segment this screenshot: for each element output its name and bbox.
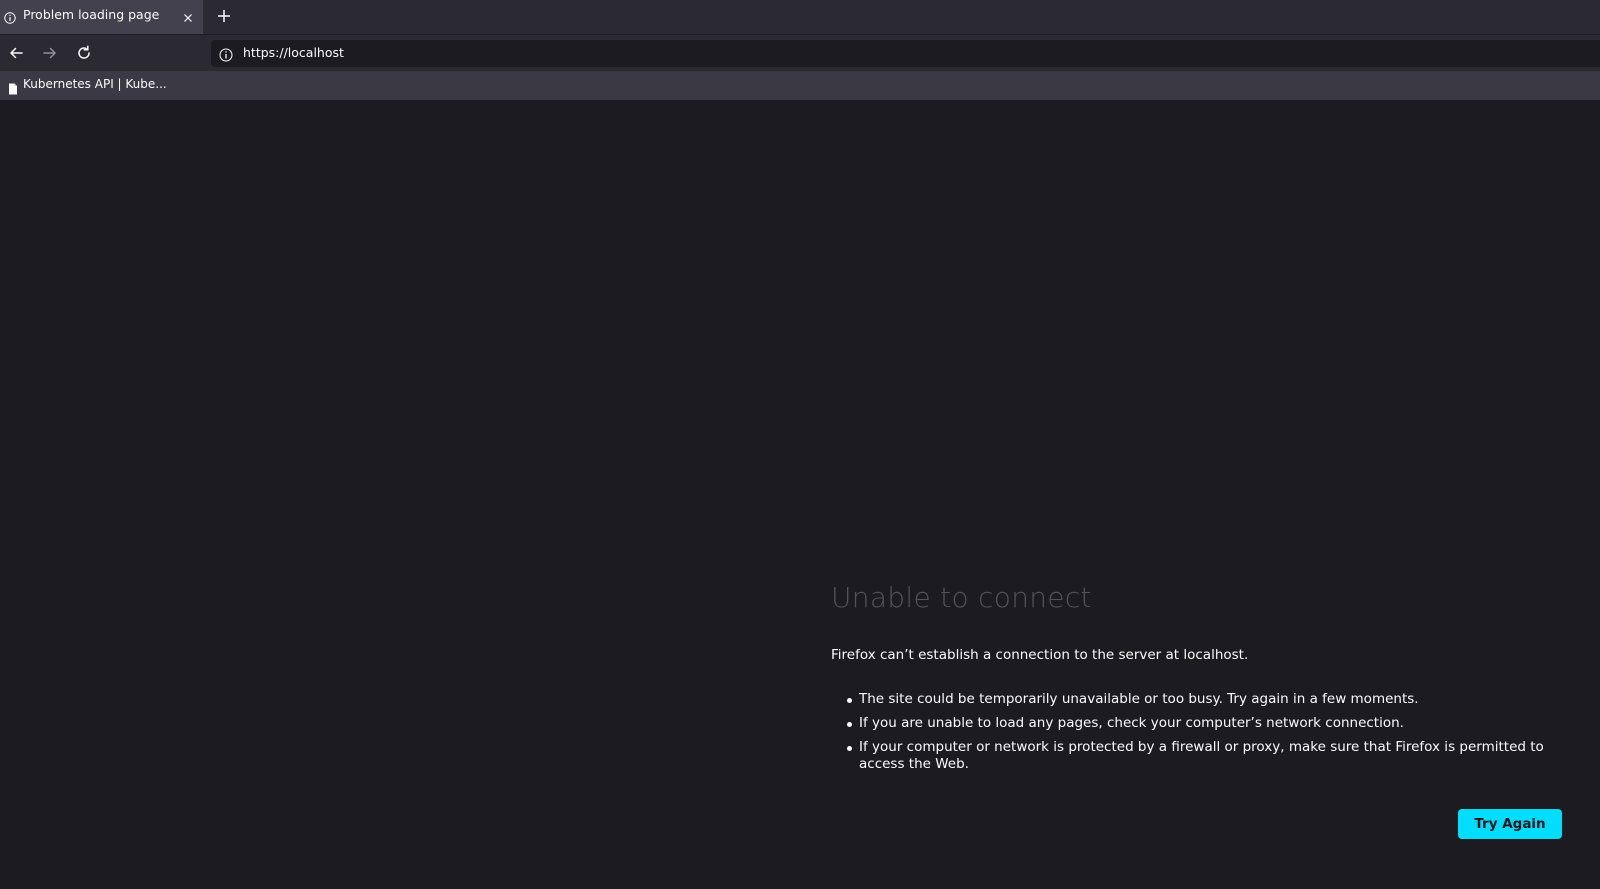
reload-icon[interactable] — [75, 44, 93, 62]
url-bar[interactable]: https://localhost — [211, 40, 1600, 67]
arrow-left-icon[interactable] — [7, 44, 25, 62]
error-suggestions: The site could be temporarily unavailabl… — [831, 691, 1561, 780]
error-title: Unable to connect — [831, 581, 1092, 614]
arrow-right-icon[interactable] — [41, 44, 59, 62]
url-text[interactable]: https://localhost — [243, 45, 344, 60]
try-again-button[interactable]: Try Again — [1458, 809, 1562, 839]
plus-icon[interactable] — [216, 8, 232, 24]
list-item: If your computer or network is protected… — [831, 739, 1561, 773]
bookmarks-toolbar: Kubernetes API | Kube... — [0, 71, 1600, 100]
error-page: Unable to connect Firefox can’t establis… — [0, 100, 1600, 889]
close-icon[interactable] — [182, 9, 194, 22]
navigation-toolbar: https://localhost — [0, 34, 1600, 72]
error-description: Firefox can’t establish a connection to … — [831, 647, 1249, 663]
bookmark-label: Kubernetes API | Kube... — [23, 77, 167, 91]
page-icon — [8, 80, 18, 95]
list-item: The site could be temporarily unavailabl… — [831, 691, 1561, 708]
info-icon[interactable] — [219, 47, 233, 62]
tab-title: Problem loading page — [23, 7, 160, 22]
tab-problem-loading-page[interactable]: Problem loading page — [0, 0, 203, 34]
tab-strip: Problem loading page — [0, 0, 1600, 34]
info-icon — [4, 9, 16, 24]
list-item: If you are unable to load any pages, che… — [831, 715, 1561, 732]
